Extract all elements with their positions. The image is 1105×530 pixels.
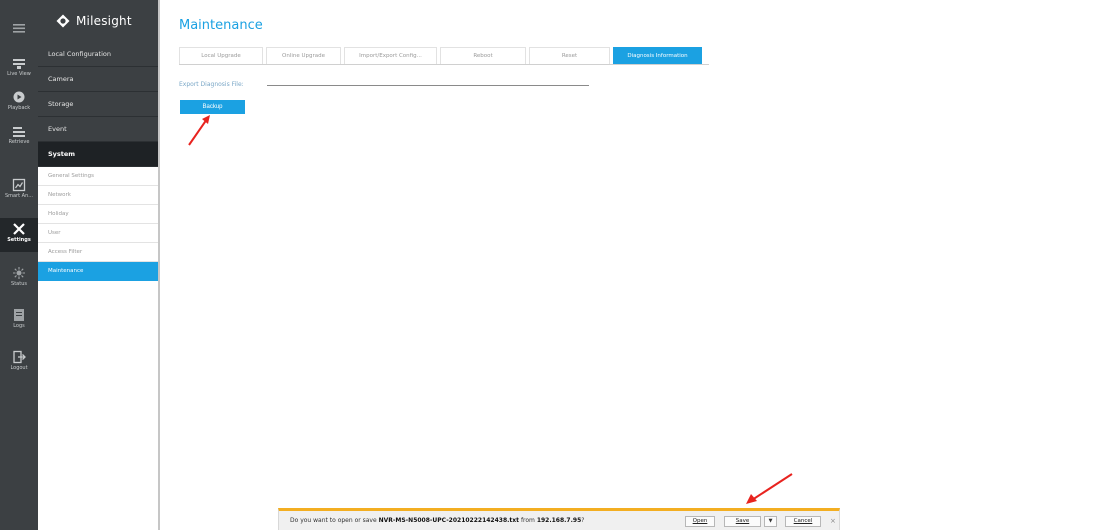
save-button[interactable]: Save	[724, 516, 761, 527]
download-prefix: Do you want to open or save	[290, 517, 377, 524]
maintenance-tabs: Local Upgrade Online Upgrade Import/Expo…	[179, 47, 705, 64]
retrieve-icon	[13, 127, 25, 137]
menu-item-holiday[interactable]: Holiday	[38, 205, 158, 224]
export-divider	[267, 85, 589, 86]
menu-item-network[interactable]: Network	[38, 186, 158, 205]
rail-label: Status	[11, 281, 27, 287]
tab-import-export-config[interactable]: Import/Export Config...	[344, 47, 437, 64]
status-icon	[13, 267, 25, 279]
logs-icon	[14, 309, 24, 321]
rail-item-playback[interactable]: Playback	[0, 86, 38, 120]
menu-item-general-settings[interactable]: General Settings	[38, 167, 158, 186]
open-button[interactable]: Open	[685, 516, 715, 527]
save-options-dropdown[interactable]: ▼	[764, 516, 777, 527]
download-message: Do you want to open or save NVR-MS-N5008…	[290, 517, 584, 524]
main-content: Maintenance Local Upgrade Online Upgrade…	[162, 0, 1105, 530]
tab-reboot[interactable]: Reboot	[440, 47, 526, 64]
rail-label: Smart An...	[4, 193, 34, 199]
settings-icon	[13, 223, 25, 235]
menu-item-user[interactable]: User	[38, 224, 158, 243]
logout-icon	[13, 350, 26, 364]
rail-label: Settings	[7, 237, 31, 243]
live-view-icon	[13, 59, 25, 69]
rail-label: Retrieve	[8, 139, 30, 145]
menu-storage[interactable]: Storage	[38, 92, 158, 117]
tab-online-upgrade[interactable]: Online Upgrade	[266, 47, 341, 64]
export-diagnosis-row: Export Diagnosis File:	[179, 80, 589, 90]
rail-label: Logout	[10, 365, 28, 371]
download-from: from	[520, 517, 535, 524]
menu-item-maintenance[interactable]: Maintenance	[38, 262, 158, 281]
brand-name: Milesight	[76, 14, 132, 28]
rail-item-status[interactable]: Status	[0, 262, 38, 296]
menu-event[interactable]: Event	[38, 117, 158, 142]
menu-icon	[13, 24, 25, 33]
brand-logo: Milesight	[38, 0, 158, 42]
menu-system[interactable]: System	[38, 142, 158, 167]
download-host: 192.168.7.95	[536, 517, 582, 524]
rail-item-retrieve[interactable]: Retrieve	[0, 120, 38, 154]
rail-label: Logs	[13, 323, 25, 329]
menu-item-access-filter[interactable]: Access Filter	[38, 243, 158, 262]
download-suffix: ?	[581, 517, 585, 524]
rail-item-logs[interactable]: Logs	[0, 304, 38, 338]
tab-diagnosis-information[interactable]: Diagnosis Information	[613, 47, 702, 64]
rail-item-settings[interactable]: Settings	[0, 218, 38, 252]
icon-rail: Live View Playback Retrieve Smart An... …	[0, 0, 38, 530]
cancel-button[interactable]: Cancel	[785, 516, 821, 527]
download-notification-bar: Do you want to open or save NVR-MS-N5008…	[278, 508, 840, 530]
menu-camera[interactable]: Camera	[38, 67, 158, 92]
milesight-logo-icon	[56, 14, 70, 28]
export-diagnosis-label: Export Diagnosis File:	[179, 81, 244, 88]
smart-analysis-icon	[12, 178, 26, 192]
download-file-name: NVR-MS-N5008-UPC-20210222142438.txt	[378, 517, 520, 524]
tab-divider	[179, 64, 709, 65]
settings-menu: Milesight Local Configuration Camera Sto…	[38, 0, 160, 530]
rail-item-smart-analysis[interactable]: Smart An...	[0, 174, 38, 208]
rail-item-live-view[interactable]: Live View	[0, 52, 38, 86]
annotation-arrow-save	[746, 473, 793, 504]
page-title: Maintenance	[179, 18, 263, 33]
rail-item-logout[interactable]: Logout	[0, 346, 38, 380]
playback-icon	[13, 91, 25, 103]
menu-local-configuration[interactable]: Local Configuration	[38, 42, 158, 67]
annotation-arrow-backup	[188, 115, 210, 146]
tab-local-upgrade[interactable]: Local Upgrade	[179, 47, 263, 64]
rail-label: Playback	[7, 105, 31, 111]
nvr-web-client: Live View Playback Retrieve Smart An... …	[0, 0, 1105, 530]
tab-reset[interactable]: Reset	[529, 47, 610, 64]
menu-toggle-button[interactable]	[0, 17, 38, 51]
close-icon[interactable]: ×	[830, 516, 836, 527]
rail-label: Live View	[7, 71, 31, 77]
